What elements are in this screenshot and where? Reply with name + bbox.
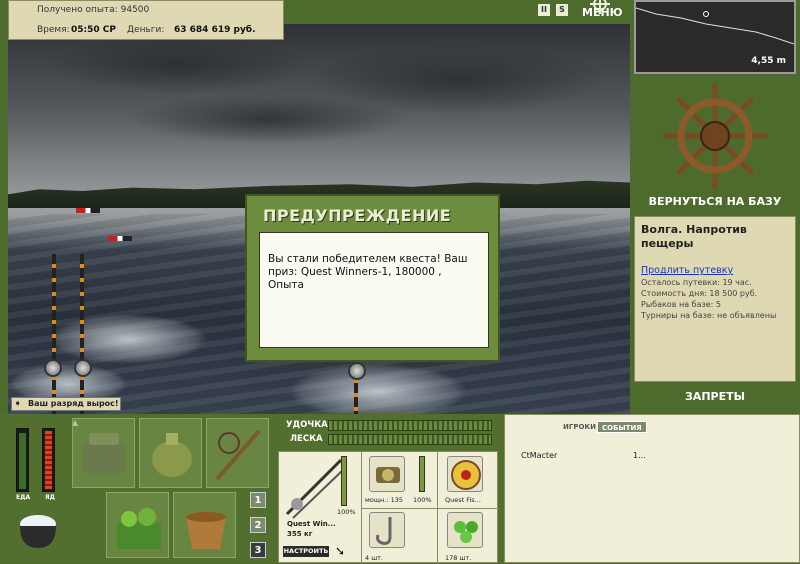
tackle-panel: 100% Quest Win... 355 кг НАСТРОИТЬ ➘ мощ… <box>278 451 499 564</box>
return-to-base-button[interactable]: ВЕРНУТЬСЯ НА БАЗУ <box>632 195 798 213</box>
page-1-button[interactable]: 1 <box>250 492 266 508</box>
depth-value: 4,55 m <box>751 56 786 66</box>
bucket-slot[interactable] <box>173 492 236 558</box>
player-value: 1... <box>633 451 646 460</box>
hook-slot[interactable] <box>369 512 405 548</box>
rod-1[interactable] <box>52 254 56 414</box>
rod-tension-gauge <box>328 420 492 431</box>
location-title: Волга. Напротив пещеры <box>641 223 747 250</box>
float-2[interactable] <box>108 236 132 241</box>
hook-count: 4 шт. <box>365 554 384 562</box>
bag-slot[interactable] <box>139 418 202 488</box>
line-label: ЛЕСКА <box>290 434 323 444</box>
reel-icon <box>74 359 92 377</box>
line-tension-gauge <box>328 434 492 445</box>
xp-text: Получено опыта: 94500 <box>37 5 150 15</box>
rod-icon[interactable] <box>283 456 345 520</box>
tournaments-info: Турниры на базе: не объявлены <box>641 311 777 320</box>
rod-name: Quest Win... <box>287 520 336 528</box>
arrow-right-icon: ➧ <box>14 399 22 409</box>
rod-percent: 100% <box>337 508 356 516</box>
money-label: Деньги: <box>127 25 165 35</box>
menu-label: МЕНЮ <box>582 6 623 19</box>
extend-permit-link[interactable]: Продлить путевку <box>641 265 789 276</box>
page-3-button[interactable]: 3 <box>250 542 266 558</box>
warning-dialog: ПРЕДУПРЕЖДЕНИЕ Вы стали победителем квес… <box>245 194 500 362</box>
rod-condition-bar <box>341 456 347 506</box>
time-label: Время: <box>37 25 70 35</box>
arrow-down-right-icon[interactable]: ➘ <box>335 544 345 558</box>
cauldron-icon[interactable] <box>14 508 62 552</box>
page-2-button[interactable]: 2 <box>250 517 266 533</box>
player-info-panel: Получено опыта: 94500 Время: 05:50 СР Де… <box>8 0 284 40</box>
reel-percent: 100% <box>413 496 432 504</box>
menu-button[interactable]: МЕНЮ <box>576 0 624 22</box>
player-name[interactable]: CtMacter <box>521 451 557 460</box>
dialog-title: ПРЕДУПРЕЖДЕНИЕ <box>263 206 452 225</box>
bait-count: 178 шт. <box>445 554 472 562</box>
poison-label: ЯД <box>45 494 55 501</box>
reel-power: мощн.: 135 <box>365 496 403 504</box>
tab-players[interactable]: ИГРОКИ <box>559 421 600 433</box>
reel-icon <box>44 359 62 377</box>
reel-condition-bar <box>419 456 425 492</box>
depth-profile <box>636 7 794 45</box>
food-bar <box>16 428 29 492</box>
line-name: Quest Fis... <box>445 496 481 504</box>
rod-2[interactable] <box>80 254 84 414</box>
poison-bar <box>42 428 55 492</box>
ship-wheel-icon[interactable] <box>632 80 798 192</box>
backpack-slot[interactable] <box>72 418 135 488</box>
rod-weight: 355 кг <box>287 530 313 538</box>
food-basket-slot[interactable] <box>106 492 169 558</box>
pause-button[interactable]: II <box>538 4 550 16</box>
setup-button[interactable]: НАСТРОИТЬ <box>283 546 329 557</box>
location-panel: Волга. Напротив пещеры Продлить путевку … <box>634 216 796 382</box>
reel-slot[interactable] <box>369 456 405 492</box>
reel-icon <box>348 362 366 380</box>
players-panel: ИГРОКИ СОБЫТИЯ CtMacter 1... <box>504 414 800 563</box>
money-value: 63 684 619 руб. <box>174 25 256 35</box>
bait-slot[interactable] <box>447 512 483 548</box>
day-cost: Стоимость дня: 18 500 руб. <box>641 289 758 298</box>
float-1[interactable] <box>76 208 100 213</box>
depth-meter: 4,55 m <box>634 0 796 74</box>
rank-notification: ➧ Ваш разряд вырос! <box>11 397 121 411</box>
fishers-count: Рыбаков на базе: 5 <box>641 300 721 309</box>
tab-events[interactable]: СОБЫТИЯ <box>597 421 647 433</box>
rank-text: Ваш разряд вырос! <box>28 399 119 408</box>
fishing-line-slot[interactable] <box>447 456 483 492</box>
permit-remaining: Осталось путевки: 19 час. <box>641 278 752 287</box>
sound-button[interactable]: S <box>556 4 568 16</box>
bans-button[interactable]: ЗАПРЕТЫ <box>632 390 798 408</box>
dialog-message: Вы стали победителем квеста! Ваш приз: Q… <box>259 232 489 348</box>
food-label: ЕДА <box>16 494 31 501</box>
rod-label: УДОЧКА <box>286 420 328 430</box>
net-slot[interactable] <box>206 418 269 488</box>
time-value: 05:50 СР <box>71 25 116 35</box>
